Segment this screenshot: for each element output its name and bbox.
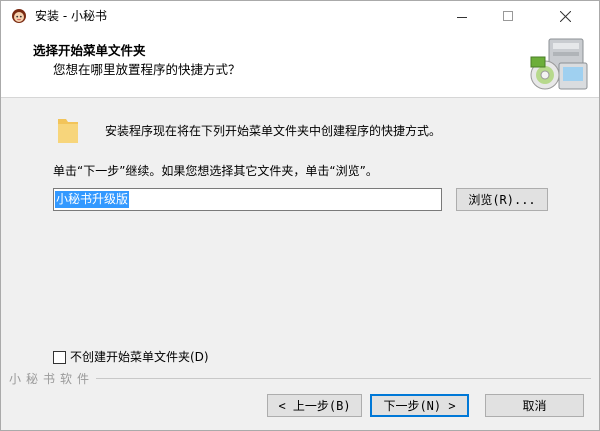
page-subtitle: 您想在哪里放置程序的快捷方式？: [53, 62, 241, 77]
minimize-button[interactable]: [439, 1, 485, 31]
intro-text: 安装程序现在将在下列开始菜单文件夹中创建程序的快捷方式。: [105, 124, 442, 138]
title-bar[interactable]: 安装 - 小秘书: [1, 1, 599, 31]
instruction-text: 单击“下一步”继续。如果您想选择其它文件夹，单击“浏览”。: [53, 164, 378, 178]
cancel-button[interactable]: 取消: [485, 394, 584, 417]
maximize-button[interactable]: [485, 1, 531, 31]
no-folder-checkbox-label[interactable]: 不创建开始菜单文件夹(D): [70, 349, 209, 365]
wizard-header: 选择开始菜单文件夹 您想在哪里放置程序的快捷方式？: [1, 31, 599, 98]
maximize-icon: [503, 11, 513, 21]
divider-line: [96, 377, 591, 379]
window-title: 安装 - 小秘书: [35, 9, 107, 23]
close-icon: [559, 10, 571, 22]
minimize-icon: [457, 16, 467, 18]
app-character-icon: [12, 9, 26, 23]
folder-icon: [58, 119, 78, 143]
start-menu-folder-input[interactable]: 小秘书升级版: [53, 188, 442, 211]
browse-button[interactable]: 浏览(R)...: [456, 188, 548, 211]
page-title: 选择开始菜单文件夹: [33, 43, 146, 58]
back-button[interactable]: < 上一步(B): [267, 394, 362, 417]
installer-computer-graphic: [530, 38, 588, 90]
folder-input-value: 小秘书升级版: [55, 191, 130, 208]
next-button[interactable]: 下一步(N) >: [370, 394, 469, 417]
installer-window: 安装 - 小秘书 选择开始菜单文件夹 您想在哪里放置程序的快捷方式？ 安装程序现…: [0, 0, 600, 431]
no-folder-checkbox-row[interactable]: 不创建开始菜单文件夹(D): [53, 349, 209, 365]
close-button[interactable]: [531, 1, 599, 31]
brand-watermark-divider: 小秘书软件: [9, 370, 591, 386]
brand-watermark: 小秘书软件: [9, 371, 95, 386]
no-folder-checkbox[interactable]: [53, 350, 66, 364]
